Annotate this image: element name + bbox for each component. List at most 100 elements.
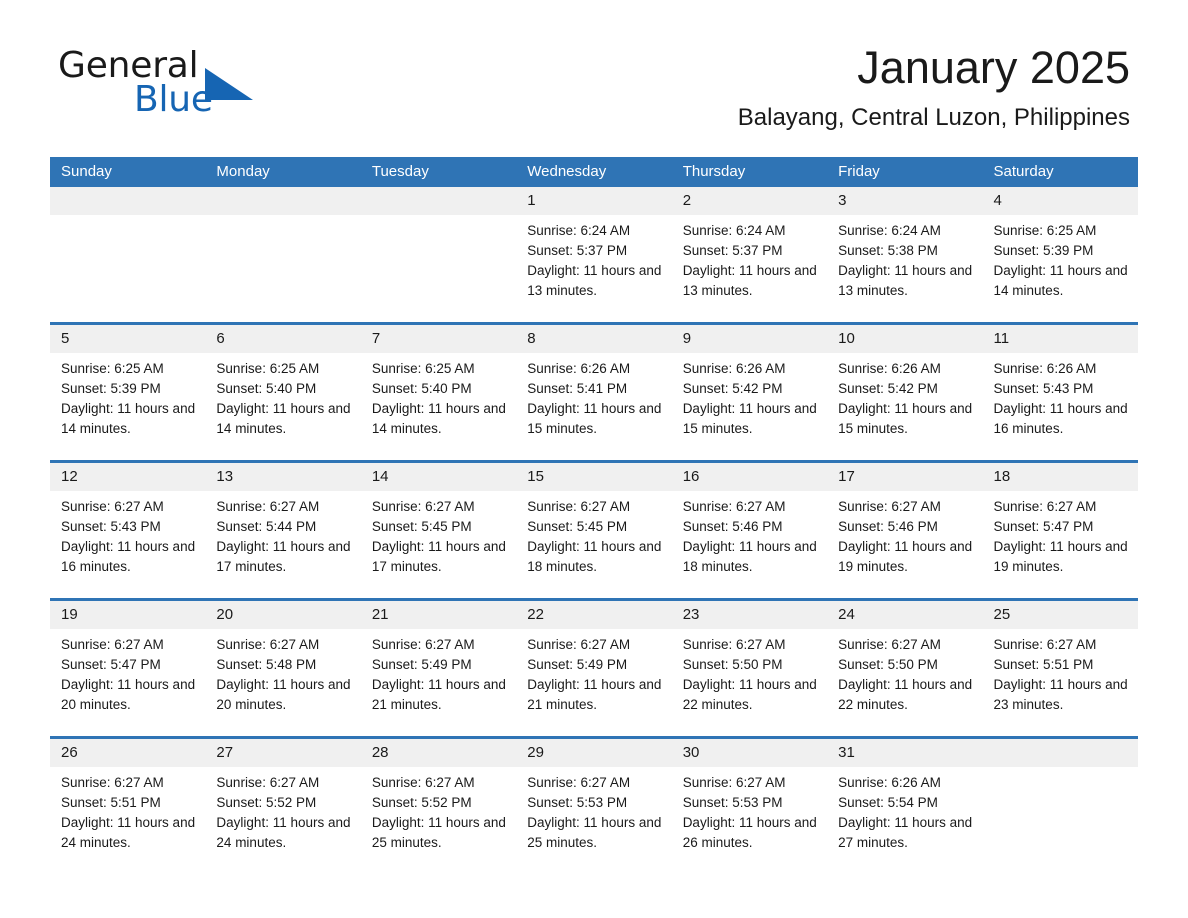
- title-block: January 2025 Balayang, Central Luzon, Ph…: [738, 44, 1130, 132]
- day-number: 4: [982, 187, 1138, 215]
- sunrise-text: Sunrise: 6:24 AM: [682, 223, 786, 238]
- daylight-text: Daylight: 11 hours and 14 minutes.: [371, 401, 506, 436]
- sunset-text: Sunset: 5:38 PM: [838, 243, 938, 258]
- calendar-day-cell[interactable]: 19 Sunrise: 6:27 AM Sunset: 5:47 PM Dayligh…: [50, 601, 206, 726]
- sunset-text: Sunset: 5:53 PM: [682, 795, 783, 810]
- calendar-day-cell[interactable]: 28 Sunrise: 6:27 AM Sunset: 5:52 PM Dayligh…: [360, 739, 517, 864]
- calendar-day-cell[interactable]: 26 Sunrise: 6:27 AM Sunset: 5:51 PM Dayligh…: [50, 739, 206, 864]
- sunrise-text: Sunrise: 6:27 AM: [527, 775, 631, 790]
- daylight-text: Daylight: 11 hours and 25 minutes.: [527, 815, 662, 850]
- daylight-text: Daylight: 11 hours and 24 minutes.: [61, 815, 196, 850]
- calendar-day-cell[interactable]: 20 Sunrise: 6:27 AM Sunset: 5:48 PM Dayligh…: [205, 601, 361, 726]
- day-details: Sunrise: 6:26 AM Sunset: 5:42 PM Daylight:…: [672, 353, 827, 439]
- day-number: 12: [50, 463, 206, 491]
- day-details: Sunrise: 6:27 AM Sunset: 5:49 PM Daylight:…: [516, 629, 671, 715]
- calendar-day-cell[interactable]: 22 Sunrise: 6:27 AM Sunset: 5:49 PM Dayligh…: [516, 601, 672, 726]
- daylight-text: Daylight: 11 hours and 14 minutes.: [993, 263, 1128, 298]
- calendar-day-cell[interactable]: 5 Sunrise: 6:25 AM Sunset: 5:39 PM Daylight…: [50, 325, 206, 450]
- calendar-day-cell[interactable]: 12 Sunrise: 6:27 AM Sunset: 5:43 PM Dayligh…: [50, 463, 206, 588]
- sunset-text: Sunset: 5:43 PM: [61, 519, 161, 534]
- day-number: 28: [360, 739, 517, 767]
- calendar-week-row: 5 Sunrise: 6:25 AM Sunset: 5:39 PM Daylight…: [50, 322, 1138, 450]
- sunrise-text: Sunrise: 6:25 AM: [61, 361, 164, 376]
- calendar-day-cell[interactable]: 25 Sunrise: 6:27 AM Sunset: 5:51 PM Dayligh…: [982, 601, 1138, 726]
- calendar-day-cell[interactable]: 17 Sunrise: 6:27 AM Sunset: 5:46 PM Dayligh…: [827, 463, 983, 588]
- weekday-thursday: Thursday: [682, 163, 746, 180]
- day-details: Sunrise: 6:24 AM Sunset: 5:38 PM Daylight:…: [827, 215, 982, 301]
- calendar-day-cell[interactable]: 3 Sunrise: 6:24 AM Sunset: 5:38 PM Daylight…: [827, 187, 983, 312]
- calendar-day-cell[interactable]: 10 Sunrise: 6:26 AM Sunset: 5:42 PM Dayligh…: [827, 325, 983, 450]
- sunrise-text: Sunrise: 6:27 AM: [682, 637, 786, 652]
- sunset-text: Sunset: 5:51 PM: [993, 657, 1094, 672]
- calendar-day-cell[interactable]: 30 Sunrise: 6:27 AM Sunset: 5:53 PM Dayligh…: [671, 739, 828, 864]
- location-subtitle: Balayang, Central Luzon, Philippines: [737, 104, 1130, 132]
- generalblue-logo[interactable]: General Blue: [58, 48, 378, 118]
- daylight-text: Daylight: 11 hours and 22 minutes.: [682, 677, 817, 712]
- sunset-text: Sunset: 5:40 PM: [216, 381, 317, 396]
- day-number: 2: [671, 187, 828, 215]
- sunrise-text: Sunrise: 6:27 AM: [527, 499, 631, 514]
- day-details: Sunrise: 6:27 AM Sunset: 5:44 PM Daylight:…: [205, 491, 360, 577]
- calendar-day-cell[interactable]: 9 Sunrise: 6:26 AM Sunset: 5:42 PM Daylight…: [671, 325, 828, 450]
- calendar-day-cell[interactable]: 13 Sunrise: 6:27 AM Sunset: 5:44 PM Dayligh…: [205, 463, 361, 588]
- calendar-day-cell[interactable]: 4 Sunrise: 6:25 AM Sunset: 5:39 PM Daylight…: [982, 187, 1138, 312]
- sunset-text: Sunset: 5:46 PM: [838, 519, 938, 534]
- weekday-sunday: Sunday: [61, 163, 112, 180]
- day-details: Sunrise: 6:27 AM Sunset: 5:45 PM Daylight:…: [516, 491, 671, 577]
- day-details: Sunrise: 6:25 AM Sunset: 5:39 PM Daylight:…: [50, 353, 205, 439]
- calendar-day-cell[interactable]: 29 Sunrise: 6:27 AM Sunset: 5:53 PM Dayligh…: [516, 739, 672, 864]
- calendar-day-cell[interactable]: 8 Sunrise: 6:26 AM Sunset: 5:41 PM Daylight…: [516, 325, 672, 450]
- daylight-text: Daylight: 11 hours and 26 minutes.: [682, 815, 817, 850]
- calendar-grid: Sunday Monday Tuesday Wednesday Thursday…: [50, 157, 1138, 864]
- calendar-day-cell[interactable]: 7 Sunrise: 6:25 AM Sunset: 5:40 PM Daylight…: [360, 325, 517, 450]
- calendar-day-cell[interactable]: 21 Sunrise: 6:27 AM Sunset: 5:49 PM Dayligh…: [360, 601, 517, 726]
- calendar-day-cell[interactable]: 23 Sunrise: 6:27 AM Sunset: 5:50 PM Dayligh…: [671, 601, 828, 726]
- sunset-text: Sunset: 5:39 PM: [61, 381, 161, 396]
- calendar-day-cell[interactable]: 1 Sunrise: 6:24 AM Sunset: 5:37 PM Daylight…: [516, 187, 672, 312]
- day-number: 13: [205, 463, 361, 491]
- sunrise-text: Sunrise: 6:27 AM: [682, 499, 786, 514]
- sunrise-text: Sunrise: 6:27 AM: [838, 637, 941, 652]
- calendar-day-cell[interactable]: 2 Sunrise: 6:24 AM Sunset: 5:37 PM Daylight…: [671, 187, 828, 312]
- weekday-monday: Monday: [216, 163, 270, 180]
- sunset-text: Sunset: 5:50 PM: [838, 657, 938, 672]
- daylight-text: Daylight: 11 hours and 13 minutes.: [682, 263, 817, 298]
- day-number: 31: [827, 739, 983, 767]
- day-number: 14: [360, 463, 517, 491]
- page-header: General Blue January 2025 Balayang, Cent…: [0, 0, 1188, 131]
- weekday-header-row: Sunday Monday Tuesday Wednesday Thursday…: [50, 157, 1138, 187]
- day-details: Sunrise: 6:26 AM Sunset: 5:42 PM Daylight:…: [827, 353, 982, 439]
- calendar-day-cell[interactable]: 18 Sunrise: 6:27 AM Sunset: 5:47 PM Dayligh…: [982, 463, 1138, 588]
- calendar-day-cell[interactable]: 11 Sunrise: 6:26 AM Sunset: 5:43 PM Dayligh…: [982, 325, 1138, 450]
- daylight-text: Daylight: 11 hours and 22 minutes.: [838, 677, 973, 712]
- day-details: Sunrise: 6:27 AM Sunset: 5:51 PM Daylight:…: [983, 629, 1138, 715]
- sunset-text: Sunset: 5:42 PM: [682, 381, 783, 396]
- day-number: [205, 187, 361, 215]
- sunrise-text: Sunrise: 6:27 AM: [682, 775, 786, 790]
- calendar-day-cell-empty: [50, 187, 206, 312]
- sunset-text: Sunset: 5:49 PM: [371, 657, 472, 672]
- sunrise-text: Sunrise: 6:27 AM: [216, 499, 320, 514]
- weekday-tuesday: Tuesday: [371, 163, 429, 180]
- calendar-day-cell[interactable]: 27 Sunrise: 6:27 AM Sunset: 5:52 PM Dayligh…: [205, 739, 361, 864]
- sunrise-text: Sunrise: 6:27 AM: [371, 637, 475, 652]
- day-details: Sunrise: 6:26 AM Sunset: 5:43 PM Daylight:…: [983, 353, 1138, 439]
- day-number: [982, 739, 1138, 767]
- day-details: Sunrise: 6:27 AM Sunset: 5:53 PM Daylight:…: [672, 767, 827, 853]
- day-details: Sunrise: 6:25 AM Sunset: 5:40 PM Daylight:…: [205, 353, 360, 439]
- calendar-weeks: 1 Sunrise: 6:24 AM Sunset: 5:37 PM Daylight…: [50, 187, 1138, 864]
- sunset-text: Sunset: 5:51 PM: [61, 795, 161, 810]
- sunset-text: Sunset: 5:52 PM: [371, 795, 472, 810]
- day-details: Sunrise: 6:27 AM Sunset: 5:46 PM Daylight:…: [827, 491, 982, 577]
- day-details: Sunrise: 6:27 AM Sunset: 5:50 PM Daylight:…: [827, 629, 982, 715]
- daylight-text: Daylight: 11 hours and 15 minutes.: [527, 401, 662, 436]
- day-details: Sunrise: 6:27 AM Sunset: 5:47 PM Daylight:…: [983, 491, 1138, 577]
- calendar-day-cell[interactable]: 16 Sunrise: 6:27 AM Sunset: 5:46 PM Dayligh…: [671, 463, 828, 588]
- calendar-day-cell[interactable]: 31 Sunrise: 6:26 AM Sunset: 5:54 PM Dayligh…: [827, 739, 983, 864]
- day-details: Sunrise: 6:27 AM Sunset: 5:49 PM Daylight:…: [361, 629, 516, 715]
- calendar-day-cell[interactable]: 15 Sunrise: 6:27 AM Sunset: 5:45 PM Dayligh…: [516, 463, 672, 588]
- calendar-day-cell[interactable]: 24 Sunrise: 6:27 AM Sunset: 5:50 PM Dayligh…: [827, 601, 983, 726]
- calendar-day-cell[interactable]: 14 Sunrise: 6:27 AM Sunset: 5:45 PM Dayligh…: [360, 463, 517, 588]
- daylight-text: Daylight: 11 hours and 20 minutes.: [61, 677, 196, 712]
- calendar-day-cell[interactable]: 6 Sunrise: 6:25 AM Sunset: 5:40 PM Daylight…: [205, 325, 361, 450]
